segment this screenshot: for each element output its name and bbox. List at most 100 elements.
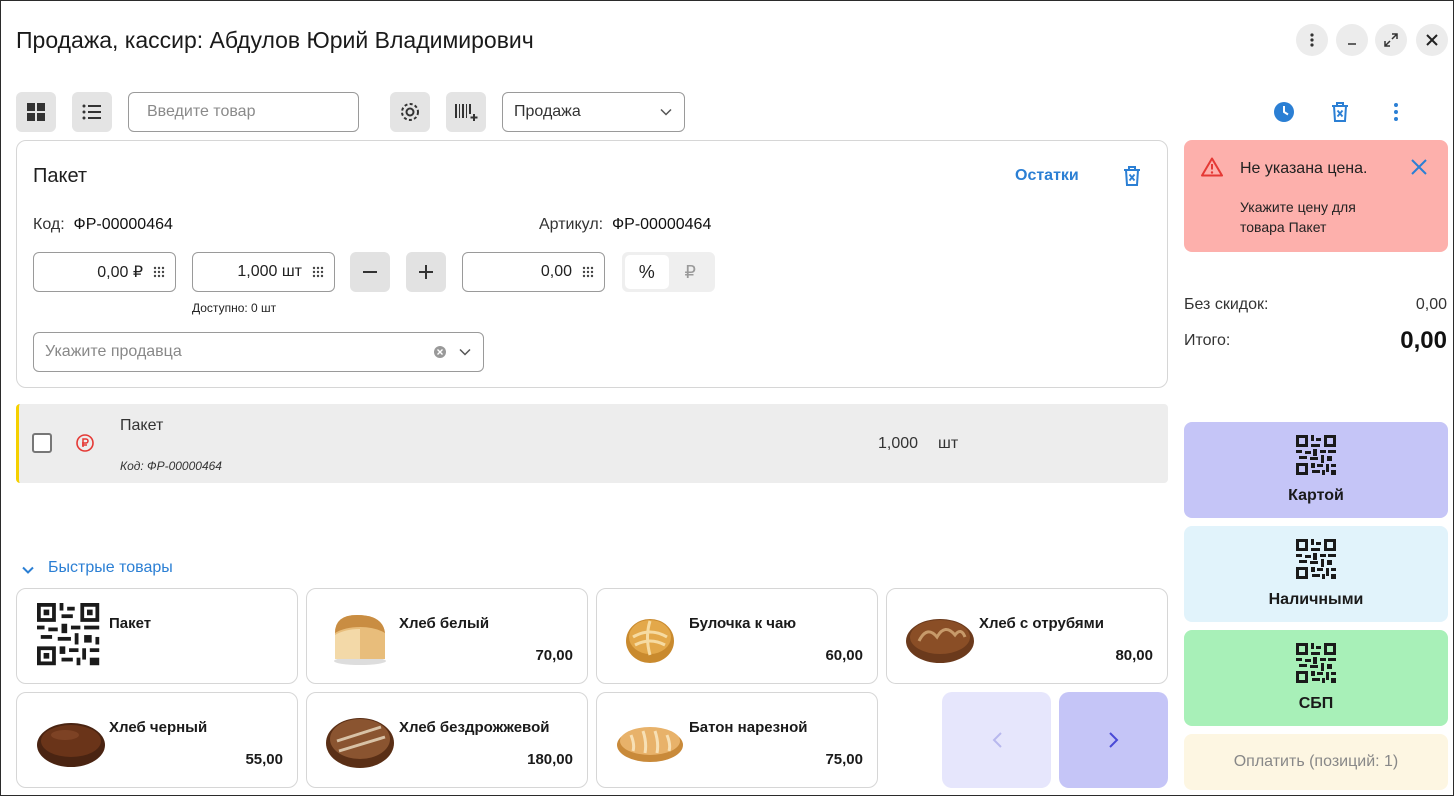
pay-button-label: Оплатить (позиций: 1): [1233, 753, 1399, 770]
quick-product-name: Хлеб бездрожжевой: [399, 719, 550, 736]
quick-product-name: Хлеб белый: [399, 615, 490, 632]
maximize-button[interactable]: [1375, 24, 1407, 56]
quick-product-name: Батон нарезной: [689, 719, 808, 736]
more-window-button[interactable]: [1296, 24, 1328, 56]
grid-view-button[interactable]: [16, 92, 56, 132]
decrease-quantity-button[interactable]: [350, 252, 390, 292]
quick-product-name: Хлеб черный: [109, 719, 208, 736]
delete-product-button[interactable]: [1122, 165, 1142, 192]
next-page-button[interactable]: [1059, 692, 1168, 788]
black-bread-image: [37, 723, 105, 767]
pay-card-button[interactable]: Картой: [1184, 422, 1448, 518]
alert-title: Не указана цена.: [1240, 160, 1368, 177]
discount-percent-option[interactable]: %: [625, 255, 669, 289]
barcode-button[interactable]: [446, 92, 486, 132]
quick-product-tile[interactable]: Хлеб белый 70,00: [306, 588, 588, 684]
gear-icon: [401, 103, 419, 121]
quick-product-price: 180,00: [527, 751, 573, 768]
pay-sbp-label: СБП: [1298, 695, 1334, 712]
quick-product-price: 60,00: [825, 647, 863, 664]
list-icon: [82, 104, 101, 120]
seller-select[interactable]: Укажите продавца: [33, 332, 484, 372]
cart-item-code: Код: ФР-00000464: [120, 459, 222, 473]
keypad-icon[interactable]: [312, 266, 324, 278]
discount-field[interactable]: 0,00: [462, 252, 605, 292]
quick-product-name: Хлеб с отрубями: [979, 615, 1105, 632]
pay-cash-button[interactable]: Наличными: [1184, 526, 1448, 622]
discount-rub-option[interactable]: ₽: [669, 255, 713, 289]
quick-products-toggle[interactable]: [22, 561, 34, 579]
quick-product-tile[interactable]: Хлеб черный 55,00: [16, 692, 298, 788]
quick-product-tile[interactable]: Хлеб с отрубями 80,00: [886, 588, 1168, 684]
window-title: Продажа, кассир: Абдулов Юрий Владимиров…: [16, 27, 534, 53]
qr-code-image: [37, 603, 100, 666]
minus-icon: [363, 271, 377, 273]
chevron-down-icon: [660, 108, 672, 116]
article-label: Артикул:: [539, 216, 604, 233]
grid-icon: [27, 103, 45, 121]
seller-placeholder: Укажите продавца: [45, 343, 182, 360]
quick-product-price: 55,00: [245, 751, 283, 768]
more-actions-button[interactable]: [1386, 101, 1406, 128]
quick-product-name: Пакет: [109, 615, 152, 632]
discount-value: 0,00: [540, 263, 572, 280]
warning-icon: [1201, 157, 1223, 182]
mode-select-value: Продажа: [514, 103, 581, 120]
close-alert-button[interactable]: [1410, 158, 1428, 181]
code-label: Код:: [33, 216, 65, 233]
list-view-button[interactable]: [72, 92, 112, 132]
keypad-icon[interactable]: [582, 266, 594, 278]
error-alert: Не указана цена. Укажите цену для товара…: [1184, 140, 1448, 252]
article-value: ФР-00000464: [611, 216, 712, 233]
quick-product-tile[interactable]: Хлеб бездрожжевой 180,00: [306, 692, 588, 788]
qr-code-icon: [1296, 539, 1336, 579]
quick-product-tile[interactable]: Батон нарезной 75,00: [596, 692, 878, 788]
ruble-status-icon: [76, 434, 94, 457]
chevron-right-icon: [1108, 732, 1118, 748]
price-field[interactable]: 0,00 ₽: [33, 252, 176, 292]
white-bread-image: [334, 615, 386, 665]
quick-product-tile[interactable]: Пакет: [16, 588, 298, 684]
product-article: Артикул: ФР-00000464: [539, 216, 711, 234]
trash-icon: [1332, 102, 1348, 122]
plus-icon: [419, 265, 433, 279]
row-checkbox[interactable]: [32, 433, 52, 453]
close-window-button[interactable]: [1416, 24, 1448, 56]
cart-item-name: Пакет: [120, 417, 164, 434]
quantity-value: 1,000 шт: [237, 263, 302, 280]
barcode-add-icon: [455, 104, 478, 121]
cart-row[interactable]: Пакет Код: ФР-00000464 1,000 шт: [16, 404, 1168, 483]
bran-bread-image: [906, 619, 974, 663]
sliced-loaf-image: [617, 727, 683, 762]
keypad-icon[interactable]: [153, 266, 165, 278]
qr-code-icon: [1296, 435, 1336, 475]
mode-select[interactable]: Продажа: [502, 92, 685, 132]
bun-image: [626, 619, 674, 663]
prev-page-button[interactable]: [942, 692, 1051, 788]
product-code: Код: ФР-00000464: [33, 216, 173, 234]
search-input[interactable]: [147, 103, 354, 121]
clear-cart-button[interactable]: [1330, 101, 1350, 128]
remains-link[interactable]: Остатки: [1015, 167, 1079, 185]
code-value: ФР-00000464: [73, 216, 173, 233]
total-label: Итого:: [1184, 332, 1231, 349]
quick-product-price: 70,00: [535, 647, 573, 664]
qr-code-icon: [1296, 643, 1336, 683]
settings-button[interactable]: [390, 92, 430, 132]
price-value: 0,00 ₽: [97, 264, 143, 281]
increase-quantity-button[interactable]: [406, 252, 446, 292]
pay-button[interactable]: Оплатить (позиций: 1): [1184, 734, 1448, 790]
no-discount-value: 0,00: [1415, 296, 1447, 313]
close-icon: [1411, 159, 1427, 175]
history-button[interactable]: [1273, 101, 1295, 128]
quick-products-title[interactable]: Быстрые товары: [48, 559, 173, 577]
quick-product-tile[interactable]: Булочка к чаю 60,00: [596, 588, 878, 684]
more-vertical-icon: [1394, 103, 1398, 121]
quantity-field[interactable]: 1,000 шт: [192, 252, 335, 292]
pay-card-label: Картой: [1288, 487, 1344, 504]
chevron-left-icon: [992, 732, 1002, 748]
minimize-button[interactable]: [1336, 24, 1368, 56]
clear-icon[interactable]: [433, 345, 447, 359]
product-search[interactable]: [128, 92, 359, 132]
pay-sbp-button[interactable]: СБП: [1184, 630, 1448, 726]
